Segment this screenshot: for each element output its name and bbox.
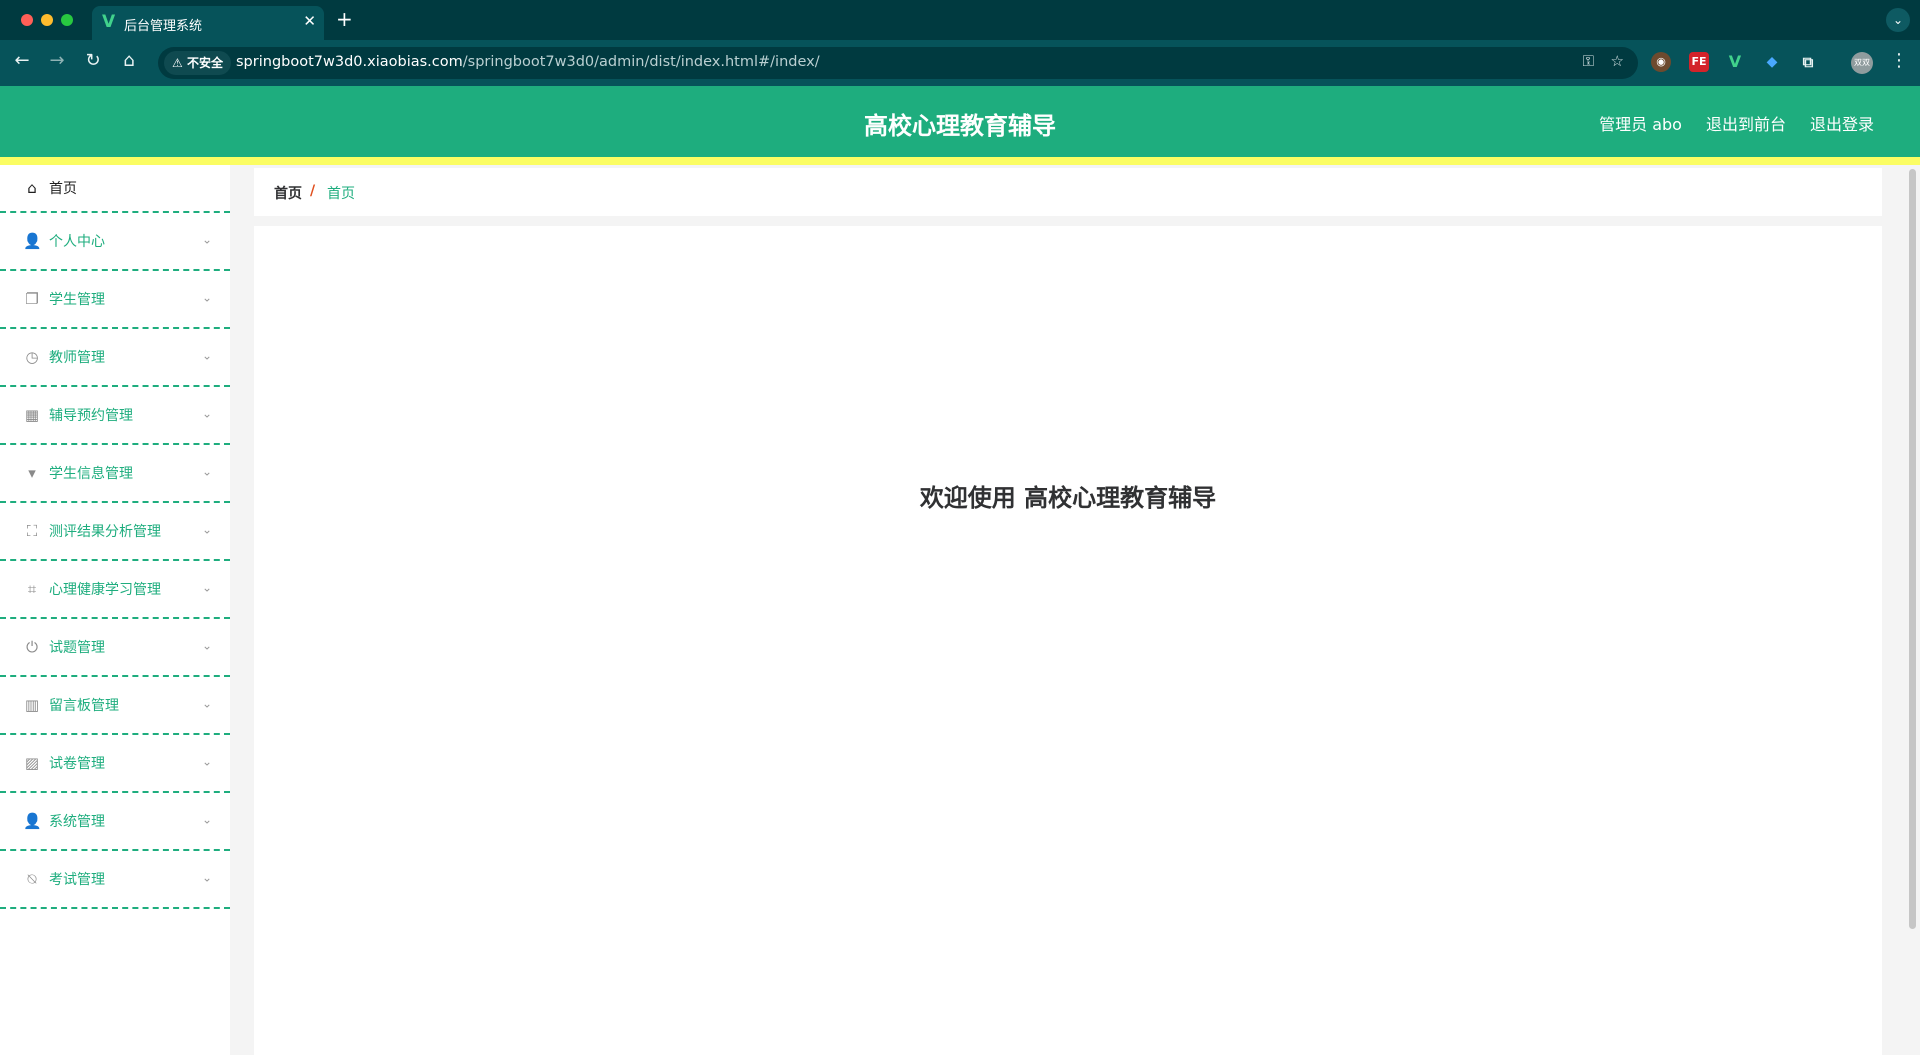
reload-icon[interactable]: ↻ bbox=[80, 50, 106, 71]
extensions-puzzle-icon[interactable]: ⧉ bbox=[1798, 52, 1818, 72]
owl-extension-icon[interactable]: ◉ bbox=[1651, 52, 1671, 72]
profile-avatar[interactable]: 双双 bbox=[1851, 52, 1873, 74]
tab-title: 后台管理系统 bbox=[124, 19, 203, 34]
sidebar-item-label: 教师管理 bbox=[49, 350, 105, 366]
main-content: 欢迎使用 高校心理教育辅导 bbox=[254, 226, 1882, 1055]
bookmark-star-icon[interactable]: ☆ bbox=[1611, 52, 1624, 70]
chevron-down-icon: ⌄ bbox=[201, 580, 212, 595]
breadcrumb: 首页 / 首页 bbox=[254, 168, 1882, 216]
window-zoom-button[interactable] bbox=[61, 14, 73, 26]
chevron-down-icon: ⌄ bbox=[201, 464, 212, 479]
url-host: springboot7w3d0.xiaobias.com bbox=[236, 54, 463, 70]
back-arrow-icon[interactable]: ← bbox=[9, 50, 35, 71]
tab-search-chevron-icon[interactable]: ⌄ bbox=[1886, 8, 1910, 32]
chevron-down-icon: ⌄ bbox=[201, 290, 212, 305]
sidebar-item-message-board[interactable]: ▥ 留言板管理 ⌄ bbox=[0, 677, 230, 735]
browser-tab-active[interactable]: V 后台管理系统 ✕ bbox=[92, 6, 324, 40]
sidebar-item-teachers[interactable]: ◷ 教师管理 ⌄ bbox=[0, 329, 230, 387]
chevron-down-icon: ⌄ bbox=[201, 348, 212, 363]
sidebar-item-exam-papers[interactable]: ▨ 试卷管理 ⌄ bbox=[0, 735, 230, 793]
home-button-icon[interactable]: ⌂ bbox=[116, 50, 142, 71]
tab-close-icon[interactable]: ✕ bbox=[303, 12, 316, 30]
vue-favicon-icon: V bbox=[102, 12, 116, 32]
power-icon: ⏻ bbox=[26, 638, 38, 656]
browser-tab-bar: V 后台管理系统 ✕ + ⌄ bbox=[0, 0, 1920, 40]
fullscreen-icon: ⛶ bbox=[26, 522, 38, 540]
chevron-down-icon: ⌄ bbox=[201, 812, 212, 827]
chevron-down-icon: ⌄ bbox=[201, 754, 212, 769]
sidebar-item-label: 系统管理 bbox=[49, 814, 105, 830]
sidebar-item-label: 留言板管理 bbox=[49, 698, 119, 714]
sidebar-item-label: 试题管理 bbox=[49, 640, 105, 656]
url-text[interactable]: springboot7w3d0.xiaobias.com/springboot7… bbox=[236, 54, 820, 70]
copy-icon: ❐ bbox=[25, 290, 39, 308]
sidebar-item-label: 心理健康学习管理 bbox=[49, 582, 161, 598]
sidebar-item-students[interactable]: ❐ 学生管理 ⌄ bbox=[0, 271, 230, 329]
back-to-frontend-link[interactable]: 退出到前台 bbox=[1706, 111, 1786, 135]
chevron-down-icon: ⌄ bbox=[201, 870, 212, 885]
user-icon: 👤 bbox=[23, 232, 42, 250]
not-secure-label: 不安全 bbox=[186, 56, 223, 70]
vue-devtools-extension-icon[interactable]: V bbox=[1725, 52, 1745, 72]
logout-link[interactable]: 退出登录 bbox=[1810, 111, 1874, 135]
user-icon: 👤 bbox=[23, 812, 42, 830]
sidebar-item-label: 首页 bbox=[49, 181, 77, 197]
url-path: /springboot7w3d0/admin/dist/index.html#/… bbox=[462, 54, 820, 70]
clock-icon: ◷ bbox=[25, 348, 39, 366]
address-bar[interactable]: ⚠ 不安全 springboot7w3d0.xiaobias.com/sprin… bbox=[158, 47, 1638, 79]
window-close-button[interactable] bbox=[21, 14, 33, 26]
sidebar-item-appointments[interactable]: ▦ 辅导预约管理 ⌄ bbox=[0, 387, 230, 445]
chevron-down-icon: ⌄ bbox=[201, 406, 212, 421]
sidebar-item-assessment-analysis[interactable]: ⛶ 测评结果分析管理 ⌄ bbox=[0, 503, 230, 561]
sidebar-item-label: 学生信息管理 bbox=[49, 466, 133, 482]
fe-extension-icon[interactable]: FE bbox=[1689, 52, 1709, 72]
chart-icon: ▨ bbox=[24, 754, 40, 772]
sidebar-item-questions[interactable]: ⏻ 试题管理 ⌄ bbox=[0, 619, 230, 677]
sidebar-item-home[interactable]: ⌂ 首页 bbox=[0, 165, 230, 213]
sidebar-item-exams[interactable]: ⍉ 考试管理 ⌄ bbox=[0, 851, 230, 909]
sidebar-item-label: 辅导预约管理 bbox=[49, 408, 133, 424]
not-secure-badge[interactable]: ⚠ 不安全 bbox=[164, 51, 231, 75]
sidebar-item-system[interactable]: 👤 系统管理 ⌄ bbox=[0, 793, 230, 851]
sidebar: ⌂ 首页 👤 个人中心 ⌄ ❐ 学生管理 ⌄ ◷ 教师管理 ⌄ ▦ 辅导预约管理… bbox=[0, 165, 230, 1055]
home-icon: ⌂ bbox=[27, 179, 37, 197]
pin-extension-icon[interactable]: ◆ bbox=[1762, 52, 1782, 72]
chevron-down-icon: ⌄ bbox=[201, 696, 212, 711]
sidebar-item-label: 试卷管理 bbox=[49, 756, 105, 772]
breadcrumb-separator: / bbox=[310, 183, 316, 199]
library-icon: ▥ bbox=[24, 696, 40, 714]
grid-icon: ▦ bbox=[24, 406, 40, 424]
header-accent-bar bbox=[0, 157, 1920, 165]
scrollbar-thumb[interactable] bbox=[1909, 169, 1916, 929]
browser-menu-icon[interactable]: ⋮ bbox=[1890, 50, 1908, 71]
sidebar-item-mental-health-learning[interactable]: ⌗ 心理健康学习管理 ⌄ bbox=[0, 561, 230, 619]
browser-toolbar: ← → ↻ ⌂ ⚠ 不安全 springboot7w3d0.xiaobias.c… bbox=[0, 40, 1920, 86]
brush-icon: ▾ bbox=[28, 464, 36, 482]
chevron-down-icon: ⌄ bbox=[201, 522, 212, 537]
sidebar-item-label: 测评结果分析管理 bbox=[49, 524, 161, 540]
breadcrumb-current: 首页 bbox=[327, 186, 355, 202]
crop-icon: ⌗ bbox=[27, 580, 37, 598]
password-key-icon[interactable]: ⚿ bbox=[1583, 52, 1594, 70]
admin-user-label: 管理员 abo bbox=[1599, 115, 1682, 134]
sidebar-item-personal-center[interactable]: 👤 个人中心 ⌄ bbox=[0, 213, 230, 271]
page-scrollbar[interactable] bbox=[1906, 165, 1920, 1055]
app-header: 高校心理教育辅导 管理员 abo 退出到前台 退出登录 bbox=[0, 86, 1920, 157]
chevron-down-icon: ⌄ bbox=[201, 638, 212, 653]
welcome-message: 欢迎使用 高校心理教育辅导 bbox=[919, 484, 1217, 512]
new-tab-button[interactable]: + bbox=[336, 7, 353, 31]
sidebar-item-label: 个人中心 bbox=[49, 234, 105, 250]
forward-arrow-icon[interactable]: → bbox=[44, 50, 70, 71]
bell-off-icon: ⍉ bbox=[27, 870, 37, 888]
sidebar-item-label: 考试管理 bbox=[49, 872, 105, 888]
chevron-down-icon: ⌄ bbox=[201, 232, 212, 247]
breadcrumb-root[interactable]: 首页 bbox=[274, 183, 302, 203]
sidebar-item-student-info[interactable]: ▾ 学生信息管理 ⌄ bbox=[0, 445, 230, 503]
sidebar-item-label: 学生管理 bbox=[49, 292, 105, 308]
window-minimize-button[interactable] bbox=[41, 14, 53, 26]
header-links: 管理员 abo 退出到前台 退出登录 bbox=[1599, 111, 1874, 135]
